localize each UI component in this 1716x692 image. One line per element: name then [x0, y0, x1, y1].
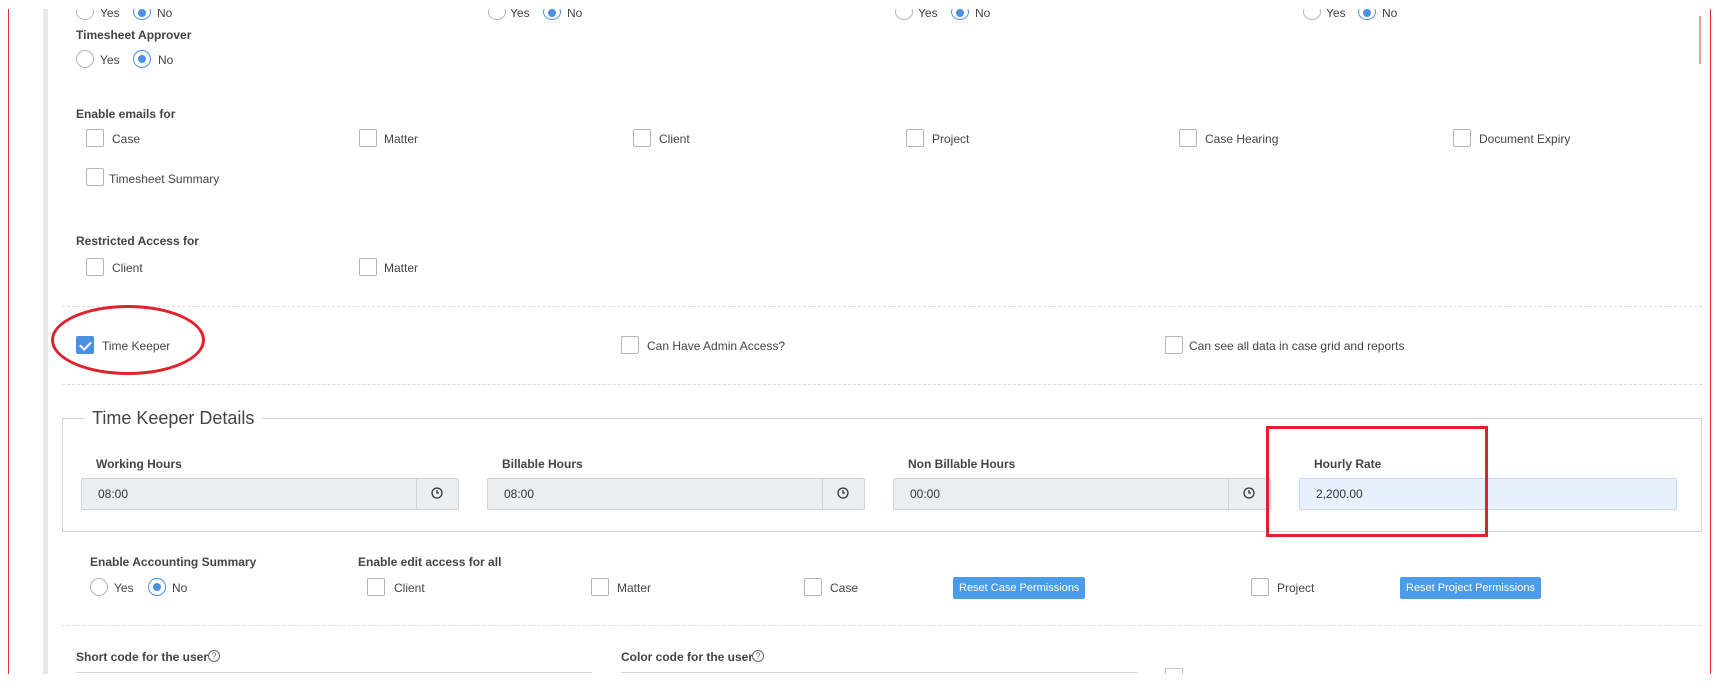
edit-client-checkbox[interactable] — [367, 578, 385, 596]
enable-emails-label: Enable emails for — [76, 107, 176, 121]
top-crop — [0, 0, 1716, 9]
restricted-client-checkbox[interactable] — [86, 258, 104, 276]
clock-icon[interactable] — [1228, 479, 1270, 509]
email-case-checkbox[interactable] — [86, 129, 104, 147]
color-code-label: Color code for the user — [621, 650, 754, 664]
edit-matter-checkbox[interactable] — [591, 578, 609, 596]
accounting-summary-yes-radio[interactable] — [90, 578, 108, 596]
email-case-hearing-label: Case Hearing — [1205, 132, 1279, 146]
short-code-label: Short code for the user — [76, 650, 209, 664]
email-document-expiry-label: Document Expiry — [1479, 132, 1571, 146]
accounting-summary-yes-label: Yes — [114, 581, 134, 595]
edit-case-checkbox[interactable] — [804, 578, 822, 596]
email-project-checkbox[interactable] — [906, 129, 924, 147]
email-case-hearing-checkbox[interactable] — [1179, 129, 1197, 147]
help-icon[interactable]: ? — [208, 650, 220, 662]
email-project-label: Project — [932, 132, 970, 146]
divider — [62, 306, 1702, 307]
timesheet-approver-yes-label: Yes — [100, 53, 120, 67]
accounting-summary-label: Enable Accounting Summary — [90, 555, 257, 569]
email-matter-checkbox[interactable] — [359, 129, 377, 147]
timesheet-approver-no-radio[interactable] — [133, 50, 151, 68]
email-timesheet-summary-label: Timesheet Summary — [109, 172, 220, 186]
help-icon[interactable]: ? — [752, 650, 764, 662]
restricted-client-label: Client — [112, 261, 143, 275]
accounting-summary-no-radio[interactable] — [148, 578, 166, 596]
annotation-box — [1266, 426, 1488, 537]
see-all-data-checkbox[interactable] — [1165, 336, 1183, 354]
email-document-expiry-checkbox[interactable] — [1453, 129, 1471, 147]
working-hours-value: 08:00 — [98, 487, 129, 501]
reset-project-permissions-button[interactable]: Reset Project Permissions — [1400, 577, 1541, 599]
timesheet-approver-yes-radio[interactable] — [76, 50, 94, 68]
billable-hours-value: 08:00 — [504, 487, 535, 501]
see-all-data-label: Can see all data in case grid and report… — [1189, 339, 1405, 353]
billable-hours-input[interactable]: 08:00 — [487, 478, 865, 510]
clock-icon[interactable] — [416, 479, 458, 509]
email-client-checkbox[interactable] — [633, 129, 651, 147]
billable-hours-label: Billable Hours — [502, 457, 583, 471]
time-keeper-details-legend: Time Keeper Details — [84, 408, 263, 429]
email-timesheet-summary-checkbox[interactable] — [86, 168, 104, 186]
divider — [62, 384, 1702, 385]
reset-case-permissions-button[interactable]: Reset Case Permissions — [953, 577, 1086, 599]
restricted-access-label: Restricted Access for — [76, 234, 199, 248]
edit-matter-label: Matter — [617, 581, 652, 595]
annotation-ellipse — [51, 305, 205, 375]
edit-project-checkbox[interactable] — [1251, 578, 1269, 596]
short-code-input[interactable] — [76, 672, 592, 673]
clock-icon[interactable] — [822, 479, 864, 509]
working-hours-label: Working Hours — [96, 457, 182, 471]
email-matter-label: Matter — [384, 132, 419, 146]
bottom-crop — [0, 674, 1716, 692]
accounting-summary-no-label: No — [172, 581, 188, 595]
restricted-matter-checkbox[interactable] — [359, 258, 377, 276]
non-billable-hours-value: 00:00 — [910, 487, 941, 501]
email-case-label: Case — [112, 132, 141, 146]
edit-project-label: Project — [1277, 581, 1315, 595]
left-rule — [43, 9, 48, 674]
timesheet-approver-no-label: No — [158, 53, 174, 67]
admin-access-label: Can Have Admin Access? — [647, 339, 786, 353]
edit-case-label: Case — [830, 581, 859, 595]
color-code-input[interactable] — [621, 672, 1137, 673]
divider — [62, 625, 1702, 626]
non-billable-hours-input[interactable]: 00:00 — [893, 478, 1271, 510]
scroll-marker — [1699, 16, 1701, 64]
admin-access-checkbox[interactable] — [621, 336, 639, 354]
email-client-label: Client — [659, 132, 690, 146]
timesheet-approver-label: Timesheet Approver — [76, 28, 192, 42]
non-billable-hours-label: Non Billable Hours — [908, 457, 1016, 471]
restricted-matter-label: Matter — [384, 261, 419, 275]
edit-access-label: Enable edit access for all — [358, 555, 502, 569]
edit-client-label: Client — [394, 581, 425, 595]
working-hours-input[interactable]: 08:00 — [81, 478, 459, 510]
